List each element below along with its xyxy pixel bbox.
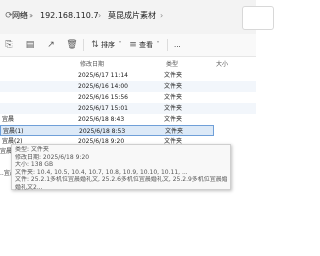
table-row[interactable]: 2025/6/17 15:01 文件夹 bbox=[0, 103, 256, 114]
tooltip-files-continued: 婚礼文2... bbox=[15, 183, 43, 191]
table-row[interactable]: 2025/6/16 14:00 文件夹 bbox=[0, 81, 256, 92]
table-row[interactable]: 2025/6/16 15:56 文件夹 bbox=[0, 92, 256, 103]
column-header-size[interactable]: 大小 bbox=[216, 59, 228, 68]
share-icon[interactable]: ↗ bbox=[45, 39, 57, 51]
table-row[interactable]: 2025/6/17 11:14 文件夹 bbox=[0, 70, 256, 81]
view-icon[interactable]: ≡ bbox=[127, 39, 139, 51]
row-type: 文件夹 bbox=[164, 116, 183, 123]
search-box[interactable] bbox=[242, 6, 274, 30]
command-bar: ⎘ ▤ ↗ 🗑 ⇅ 排序 ˅ ≡ 查看 ˅ ... bbox=[0, 34, 256, 57]
tooltip-modified-date: 修改日期: 2025/6/18 9:20 bbox=[15, 153, 90, 161]
row-date: 2025/6/16 15:56 bbox=[78, 94, 128, 101]
breadcrumb-separator-icon: › bbox=[30, 11, 34, 20]
breadcrumb-separator-icon: › bbox=[98, 11, 102, 20]
row-type: 文件夹 bbox=[164, 83, 183, 90]
folder-info-tooltip: 类型: 文件夹 修改日期: 2025/6/18 9:20 大小: 138 GB … bbox=[11, 144, 231, 191]
tooltip-files: 文件: 25.2.1多机位宜晨婚礼文, 25.2.6多机位宜晨婚礼文, 25.2… bbox=[15, 176, 227, 184]
breadcrumb-current-folder[interactable]: 莫昆成片素材 bbox=[108, 11, 156, 21]
row-date: 2025/6/18 8:43 bbox=[78, 116, 125, 123]
column-header-date[interactable]: 修改日期 bbox=[80, 59, 104, 68]
row-name: 宜晨 bbox=[2, 116, 15, 123]
toolbar-divider bbox=[83, 39, 84, 51]
address-bar: ⟳ ▭ › 网络 › 192.168.110.7 › 莫昆成片素材 › bbox=[0, 0, 274, 34]
row-type: 文件夹 bbox=[164, 72, 183, 79]
chevron-down-icon: ˅ bbox=[156, 41, 160, 48]
breadcrumb-network[interactable]: 网络 bbox=[12, 11, 28, 21]
paste-icon[interactable]: ▤ bbox=[24, 39, 36, 51]
row-date: 2025/6/17 15:01 bbox=[78, 105, 128, 112]
column-header-type[interactable]: 类型 bbox=[166, 59, 178, 68]
tooltip-type: 类型: 文件夹 bbox=[15, 146, 49, 153]
column-header-row: 修改日期 类型 大小 bbox=[0, 56, 256, 70]
copy-path-icon[interactable]: ⎘ bbox=[3, 39, 15, 51]
sort-icon[interactable]: ⇅ bbox=[89, 39, 101, 51]
more-options-button[interactable]: ... bbox=[174, 39, 181, 51]
breadcrumb-separator-icon: › bbox=[160, 11, 164, 20]
breadcrumb-host[interactable]: 192.168.110.7 bbox=[40, 11, 99, 21]
table-row-selected[interactable]: 宜晨(1) 2025/6/18 8:53 文件夹 bbox=[0, 125, 214, 136]
sort-button[interactable]: 排序 bbox=[101, 39, 115, 51]
table-row[interactable]: 宜晨 2025/6/18 8:43 文件夹 bbox=[0, 114, 256, 125]
row-date: 2025/6/17 11:14 bbox=[78, 72, 128, 79]
delete-icon[interactable]: 🗑 bbox=[66, 39, 78, 51]
view-button[interactable]: 查看 bbox=[139, 39, 153, 51]
chevron-down-icon: ˅ bbox=[118, 41, 122, 48]
tooltip-size: 大小: 138 GB bbox=[15, 161, 54, 169]
toolbar-divider bbox=[167, 39, 168, 51]
row-date: 2025/6/16 14:00 bbox=[78, 83, 128, 90]
row-type: 文件夹 bbox=[164, 105, 183, 112]
tooltip-subfolders: 文件夹: 10.4, 10.5, 10.4, 10.7, 10.8, 10.9,… bbox=[15, 168, 188, 176]
row-type: 文件夹 bbox=[164, 94, 183, 101]
